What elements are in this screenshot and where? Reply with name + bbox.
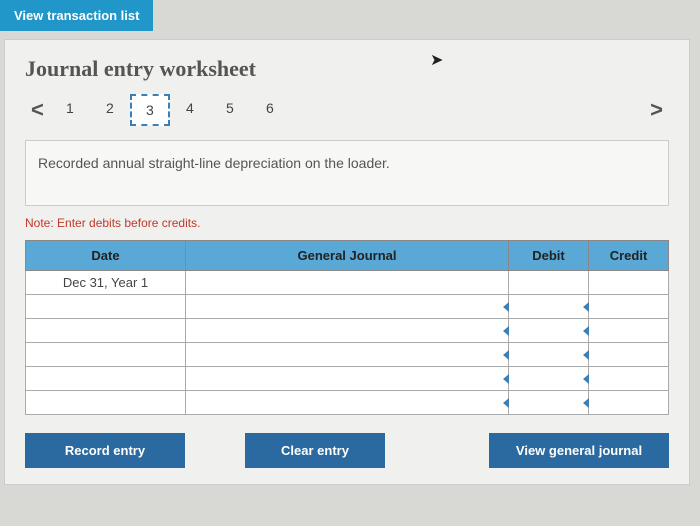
- step-nav: < 123456 >: [25, 94, 669, 126]
- date-cell[interactable]: Dec 31, Year 1: [26, 271, 186, 295]
- table-row: [26, 319, 669, 343]
- table-row: [26, 295, 669, 319]
- general-journal-cell[interactable]: [186, 295, 509, 319]
- date-cell[interactable]: [26, 367, 186, 391]
- step-3[interactable]: 3: [130, 94, 170, 126]
- general-journal-cell[interactable]: [186, 367, 509, 391]
- clear-entry-button[interactable]: Clear entry: [245, 433, 385, 468]
- debit-cell[interactable]: [509, 367, 589, 391]
- table-row: [26, 343, 669, 367]
- table-row: [26, 391, 669, 415]
- step-6[interactable]: 6: [250, 94, 290, 126]
- step-4[interactable]: 4: [170, 94, 210, 126]
- date-cell[interactable]: [26, 295, 186, 319]
- general-journal-cell[interactable]: [186, 391, 509, 415]
- table-row: Dec 31, Year 1: [26, 271, 669, 295]
- credit-cell[interactable]: [589, 367, 669, 391]
- debits-before-credits-note: Note: Enter debits before credits.: [25, 216, 669, 230]
- credit-cell[interactable]: [589, 295, 669, 319]
- credit-cell[interactable]: [589, 271, 669, 295]
- table-row: [26, 367, 669, 391]
- step-5[interactable]: 5: [210, 94, 250, 126]
- credit-cell[interactable]: [589, 343, 669, 367]
- transaction-description: Recorded annual straight-line depreciati…: [25, 140, 669, 206]
- step-1[interactable]: 1: [50, 94, 90, 126]
- general-journal-cell[interactable]: [186, 271, 509, 295]
- debit-cell[interactable]: [509, 271, 589, 295]
- step-2[interactable]: 2: [90, 94, 130, 126]
- date-cell[interactable]: [26, 343, 186, 367]
- worksheet-panel: Journal entry worksheet < 123456 > Recor…: [4, 39, 690, 485]
- next-chevron-icon[interactable]: >: [644, 97, 669, 123]
- debit-cell[interactable]: [509, 319, 589, 343]
- view-transaction-list-tab[interactable]: View transaction list: [0, 0, 153, 31]
- debit-cell[interactable]: [509, 343, 589, 367]
- col-header-debit: Debit: [509, 241, 589, 271]
- general-journal-cell[interactable]: [186, 319, 509, 343]
- col-header-general-journal: General Journal: [186, 241, 509, 271]
- debit-cell[interactable]: [509, 295, 589, 319]
- action-buttons: Record entry Clear entry View general jo…: [25, 433, 669, 468]
- debit-cell[interactable]: [509, 391, 589, 415]
- credit-cell[interactable]: [589, 319, 669, 343]
- col-header-credit: Credit: [589, 241, 669, 271]
- credit-cell[interactable]: [589, 391, 669, 415]
- record-entry-button[interactable]: Record entry: [25, 433, 185, 468]
- date-cell[interactable]: [26, 319, 186, 343]
- col-header-date: Date: [26, 241, 186, 271]
- page-title: Journal entry worksheet: [25, 56, 669, 82]
- general-journal-cell[interactable]: [186, 343, 509, 367]
- prev-chevron-icon[interactable]: <: [25, 97, 50, 123]
- date-cell[interactable]: [26, 391, 186, 415]
- view-general-journal-button[interactable]: View general journal: [489, 433, 669, 468]
- journal-entry-table: Date General Journal Debit Credit Dec 31…: [25, 240, 669, 415]
